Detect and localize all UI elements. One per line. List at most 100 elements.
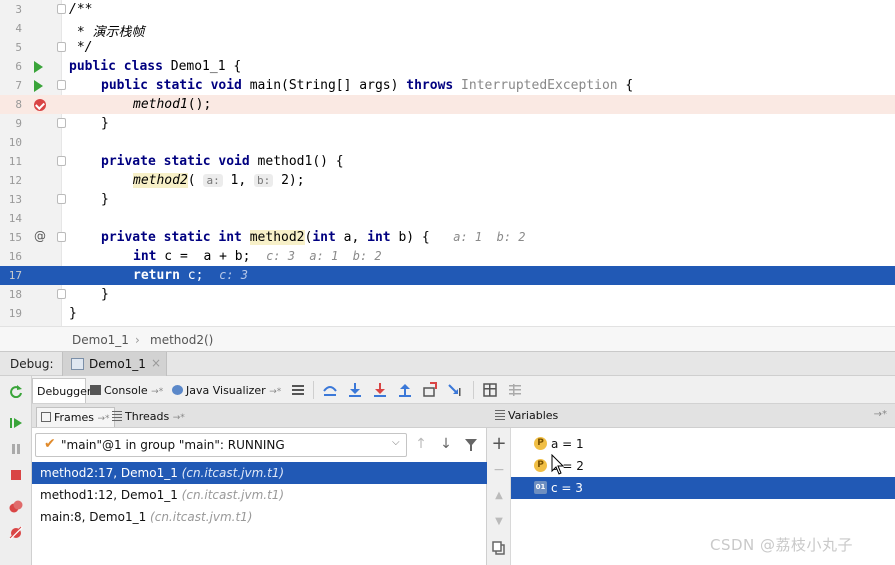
tab-java-visualizer[interactable]: Java Visualizer →*: [172, 378, 286, 403]
breakpoint-icon[interactable]: [34, 99, 46, 111]
variables-panel-header: Variables →*: [487, 404, 895, 428]
step-out-icon[interactable]: [397, 382, 413, 398]
debug-label: Debug:: [10, 357, 54, 371]
param-hint: b:: [254, 174, 274, 187]
code-fragment: 2);: [273, 173, 305, 188]
debug-session-title: Demo1_1: [89, 357, 146, 371]
code-text: }: [69, 306, 77, 321]
trace-current-stream-icon[interactable]: [507, 382, 523, 398]
run-to-cursor-icon[interactable]: [447, 382, 463, 398]
fold-marker[interactable]: [57, 232, 66, 242]
copy-icon[interactable]: [491, 540, 507, 556]
code-text: public static void main(String[] args) t…: [101, 78, 633, 93]
run-icon[interactable]: [34, 61, 43, 73]
filter-icon[interactable]: [464, 438, 478, 452]
inline-values: a: 1 b: 2: [453, 230, 526, 244]
view-breakpoints-icon[interactable]: [9, 500, 23, 514]
frame-row[interactable]: method2:17, Demo1_1 (cn.itcast.jvm.t1): [32, 462, 487, 484]
code-line-5[interactable]: 5 */: [0, 38, 895, 57]
chevron-down-icon[interactable]: ⌵: [392, 437, 400, 448]
pin-icon[interactable]: →*: [269, 387, 281, 397]
code-line-14[interactable]: 14: [0, 209, 895, 228]
code-line-6[interactable]: 6 public class Demo1_1 {: [0, 57, 895, 76]
code-text: */: [69, 40, 93, 55]
tab-frames[interactable]: Frames →*: [36, 407, 115, 427]
code-editor[interactable]: 3 /** 4 * 演示栈帧 5 */ 6 public class Demo1…: [0, 0, 895, 326]
code-line-16[interactable]: 16 int c = a + b; c: 3 a: 1 b: 2: [0, 247, 895, 266]
method-call: method1: [133, 97, 188, 112]
plus-icon[interactable]: +: [491, 435, 507, 453]
evaluate-expression-icon[interactable]: [482, 382, 498, 398]
mute-breakpoints-icon[interactable]: [9, 526, 23, 540]
fold-marker[interactable]: [57, 289, 66, 299]
keyword: throws: [406, 78, 454, 93]
keyword: public static void: [101, 78, 242, 93]
frames-icon: [41, 412, 51, 422]
method-name: method2: [249, 230, 305, 245]
code-line-12[interactable]: 12 method2( a: 1, b: 2);: [0, 171, 895, 190]
rerun-icon[interactable]: [9, 384, 23, 398]
code-line-7[interactable]: 7 public static void main(String[] args)…: [0, 76, 895, 95]
variable-row[interactable]: P a = 1: [511, 433, 895, 455]
stop-icon[interactable]: [9, 468, 23, 482]
code-fragment: main(String[] args): [241, 78, 407, 93]
code-line-13[interactable]: 13 }: [0, 190, 895, 209]
variable-text: a = 1: [551, 437, 584, 451]
fold-marker[interactable]: [57, 118, 66, 128]
code-line-17-current[interactable]: 17 return c; c: 3: [0, 266, 895, 285]
code-line-18[interactable]: 18 }: [0, 285, 895, 304]
tab-console[interactable]: Console →*: [90, 378, 168, 403]
tab-threads[interactable]: Threads →*: [108, 407, 189, 427]
inline-values: c: 3 a: 1 b: 2: [266, 249, 382, 263]
pin-icon[interactable]: →*: [151, 387, 163, 397]
parameter-icon: P: [534, 459, 547, 472]
fold-marker[interactable]: [57, 42, 66, 52]
drop-frame-icon[interactable]: [422, 382, 438, 398]
code-line-3[interactable]: 3 /**: [0, 0, 895, 19]
fold-marker[interactable]: [57, 4, 66, 14]
frame-row[interactable]: main:8, Demo1_1 (cn.itcast.jvm.t1): [32, 506, 487, 528]
code-line-4[interactable]: 4 * 演示栈帧: [0, 19, 895, 40]
variable-row[interactable]: P b = 2: [511, 455, 895, 477]
code-line-8[interactable]: 8 method1();: [0, 95, 895, 114]
toolbar-separator: [313, 381, 314, 399]
breadcrumb-class[interactable]: Demo1_1: [72, 333, 129, 347]
fold-marker[interactable]: [57, 194, 66, 204]
breadcrumb-method[interactable]: method2(): [150, 333, 213, 347]
fold-marker[interactable]: [57, 80, 66, 90]
arrow-down-icon[interactable]: ↓: [437, 436, 455, 452]
frame-text: method2:17, Demo1_1 (cn.itcast.jvm.t1): [40, 466, 284, 480]
run-icon[interactable]: [34, 80, 43, 92]
pause-icon[interactable]: [9, 442, 23, 456]
debugger-toolbar: Debugger Console →* Java Visualizer →*: [32, 376, 895, 404]
arrow-up-icon[interactable]: ↑: [412, 436, 430, 452]
debug-session-tab[interactable]: Demo1_1 ×: [62, 352, 167, 376]
code-fragment: ();: [187, 97, 212, 112]
code-text: }: [101, 192, 109, 207]
force-step-into-icon[interactable]: [372, 382, 388, 398]
pin-icon[interactable]: →*: [874, 409, 887, 420]
move-down-icon[interactable]: ▼: [491, 514, 507, 530]
close-tab-icon[interactable]: ×: [151, 356, 161, 370]
code-fragment: c = a + b;: [156, 249, 251, 264]
tab-debugger[interactable]: Debugger: [32, 378, 91, 403]
pin-icon[interactable]: →*: [173, 413, 185, 423]
frame-row[interactable]: method1:12, Demo1_1 (cn.itcast.jvm.t1): [32, 484, 487, 506]
code-text: }: [101, 287, 109, 302]
resume-icon[interactable]: [9, 416, 23, 430]
minus-icon[interactable]: −: [491, 462, 507, 478]
code-line-9[interactable]: 9 }: [0, 114, 895, 133]
code-fragment: ) {: [406, 230, 430, 245]
step-into-icon[interactable]: [347, 382, 363, 398]
code-line-11[interactable]: 11 private static void method1() {: [0, 152, 895, 171]
code-line-19[interactable]: 19 }: [0, 304, 895, 323]
show-execution-point-icon[interactable]: [290, 382, 306, 398]
keyword: return: [133, 268, 180, 283]
variable-row[interactable]: 01 c = 3: [511, 477, 895, 499]
code-line-15[interactable]: 15 @ private static int method2(int a, i…: [0, 228, 895, 247]
thread-selector-dropdown[interactable]: ✔ "main"@1 in group "main": RUNNING ⌵: [35, 433, 407, 457]
move-up-icon[interactable]: ▲: [491, 488, 507, 504]
code-line-10[interactable]: 10: [0, 133, 895, 152]
fold-marker[interactable]: [57, 156, 66, 166]
step-over-icon[interactable]: [322, 382, 338, 398]
